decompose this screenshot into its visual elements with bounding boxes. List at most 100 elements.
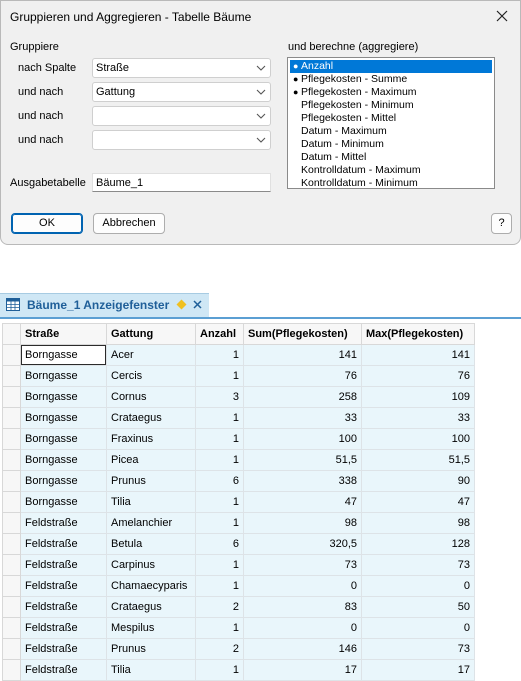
column-header[interactable]: Anzahl [195,323,244,345]
table-cell[interactable]: 0 [243,617,362,639]
table-cell[interactable]: 1 [195,365,244,387]
row-header[interactable] [2,617,21,639]
table-cell[interactable]: 98 [243,512,362,534]
table-row[interactable]: Feldstraße Chamaecyparis 1 0 0 [2,575,475,597]
table-cell[interactable]: Chamaecyparis [106,575,196,597]
table-cell[interactable]: 3 [195,386,244,408]
table-cell[interactable]: Feldstraße [20,533,107,555]
table-cell[interactable]: 100 [243,428,362,450]
table-cell[interactable]: Feldstraße [20,575,107,597]
table-cell[interactable]: 128 [361,533,475,555]
table-cell[interactable]: 0 [243,575,362,597]
table-cell[interactable]: 76 [361,365,475,387]
row-header[interactable] [2,659,21,681]
window-tab[interactable]: Bäume_1 Anzeigefenster [0,293,209,317]
table-cell[interactable]: 1 [195,491,244,513]
help-button[interactable]: ? [491,213,512,234]
table-cell[interactable]: Picea [106,449,196,471]
table-row[interactable]: Borngasse Fraxinus 1 100 100 [2,428,475,450]
table-cell[interactable]: 1 [195,575,244,597]
table-cell[interactable]: Tilia [106,659,196,681]
row-header[interactable] [2,365,21,387]
table-row[interactable]: Borngasse Acer 1 141 141 [2,344,475,366]
table-row[interactable]: Feldstraße Amelanchier 1 98 98 [2,512,475,534]
aggregation-item[interactable]: Datum - Minimum [290,138,492,151]
table-cell[interactable]: Mespilus [106,617,196,639]
table-cell[interactable]: 90 [361,470,475,492]
table-cell[interactable]: Cornus [106,386,196,408]
table-row[interactable]: Borngasse Cercis 1 76 76 [2,365,475,387]
row-header[interactable] [2,575,21,597]
table-cell[interactable]: Borngasse [20,365,107,387]
table-cell[interactable]: Borngasse [20,407,107,429]
table-cell[interactable]: 33 [243,407,362,429]
table-cell[interactable]: Carpinus [106,554,196,576]
table-cell[interactable]: 73 [361,638,475,660]
table-cell[interactable]: 1 [195,344,244,366]
table-cell[interactable]: Borngasse [20,428,107,450]
row-header[interactable] [2,428,21,450]
table-cell[interactable]: 83 [243,596,362,618]
table-cell[interactable]: 338 [243,470,362,492]
output-table-field[interactable] [92,173,271,192]
table-row[interactable]: Feldstraße Carpinus 1 73 73 [2,554,475,576]
aggregation-item[interactable]: Kontrolldatum - Minimum [290,177,492,188]
ok-button[interactable]: OK [11,213,83,234]
group-by-select-1[interactable]: Straße [92,58,271,78]
table-cell[interactable]: 73 [243,554,362,576]
table-cell[interactable]: Feldstraße [20,512,107,534]
table-cell[interactable]: 6 [195,533,244,555]
aggregation-list[interactable]: ● Anzahl ● Pflegekosten - Summe ● Pflegekoste… [287,57,495,189]
table-row[interactable]: Borngasse Tilia 1 47 47 [2,491,475,513]
table-cell[interactable]: 73 [361,554,475,576]
aggregation-item[interactable]: Datum - Maximum [290,125,492,138]
row-header[interactable] [2,407,21,429]
row-header[interactable] [2,533,21,555]
table-cell[interactable]: Borngasse [20,344,107,366]
table-cell[interactable]: 0 [361,617,475,639]
column-header[interactable]: Gattung [106,323,196,345]
table-row[interactable]: Borngasse Crataegus 1 33 33 [2,407,475,429]
table-cell[interactable]: 47 [361,491,475,513]
table-row[interactable]: Borngasse Prunus 6 338 90 [2,470,475,492]
group-by-select-3[interactable] [92,106,271,126]
table-cell[interactable]: 51,5 [243,449,362,471]
table-cell[interactable]: 6 [195,470,244,492]
table-cell[interactable]: 1 [195,407,244,429]
table-cell[interactable]: 17 [243,659,362,681]
table-cell[interactable]: 146 [243,638,362,660]
table-cell[interactable]: Acer [106,344,196,366]
table-cell[interactable]: 1 [195,512,244,534]
table-cell[interactable]: 1 [195,449,244,471]
table-cell[interactable]: 109 [361,386,475,408]
table-cell[interactable]: 1 [195,428,244,450]
row-header[interactable] [2,491,21,513]
table-row[interactable]: Feldstraße Mespilus 1 0 0 [2,617,475,639]
table-cell[interactable]: 98 [361,512,475,534]
close-icon[interactable] [492,6,512,26]
table-cell[interactable]: Betula [106,533,196,555]
group-by-select-2[interactable]: Gattung [92,82,271,102]
aggregation-item[interactable]: ● Anzahl [290,60,492,73]
table-cell[interactable]: Feldstraße [20,596,107,618]
group-by-select-4[interactable] [92,130,271,150]
table-cell[interactable]: 1 [195,617,244,639]
aggregation-item[interactable]: ● Pflegekosten - Summe [290,73,492,86]
row-header[interactable] [2,638,21,660]
table-cell[interactable]: 320,5 [243,533,362,555]
row-header[interactable] [2,449,21,471]
table-cell[interactable]: 76 [243,365,362,387]
table-cell[interactable]: 0 [361,575,475,597]
column-header[interactable]: Max(Pflegekosten) [361,323,475,345]
table-cell[interactable]: Crataegus [106,596,196,618]
table-cell[interactable]: 1 [195,659,244,681]
table-cell[interactable]: Feldstraße [20,638,107,660]
row-header[interactable] [2,386,21,408]
table-row[interactable]: Feldstraße Crataegus 2 83 50 [2,596,475,618]
table-cell[interactable]: 1 [195,554,244,576]
table-cell[interactable]: Borngasse [20,449,107,471]
table-cell[interactable]: 33 [361,407,475,429]
table-cell[interactable]: 17 [361,659,475,681]
table-cell[interactable]: 258 [243,386,362,408]
column-header[interactable]: Straße [20,323,107,345]
